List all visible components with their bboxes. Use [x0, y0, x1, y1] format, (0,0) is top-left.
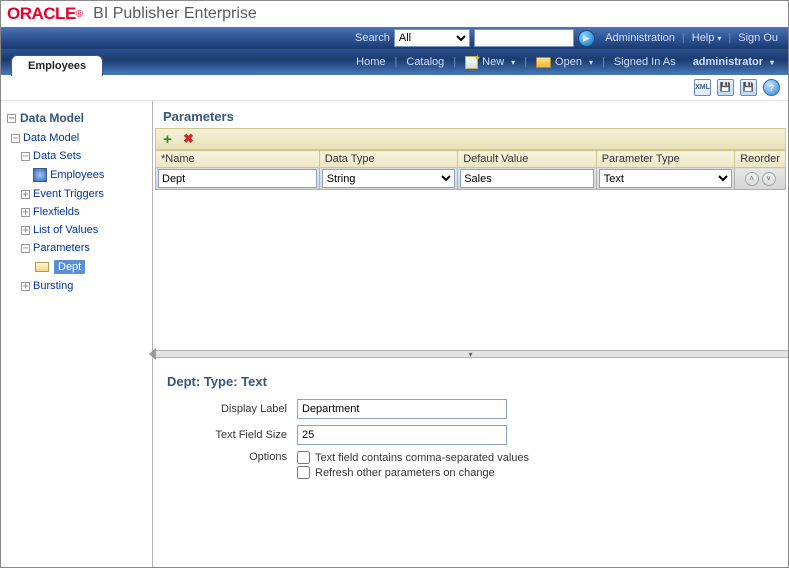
cell-name-input[interactable] [158, 169, 317, 188]
parameters-table: *Name Data Type Default Value Parameter … [155, 150, 786, 190]
grid-toolbar: + ✖ [155, 128, 786, 150]
panel-header-data-model: − Data Model [7, 109, 146, 129]
catalog-link[interactable]: Catalog [402, 56, 448, 68]
help-icon[interactable]: ? [763, 79, 780, 96]
oracle-reg: ® [76, 9, 83, 20]
opt-comma-checkbox[interactable] [297, 451, 310, 464]
splitter-collapse-icon[interactable] [149, 348, 156, 360]
opt-refresh-row[interactable]: Refresh other parameters on change [297, 466, 529, 479]
col-reorder: Reorder [735, 151, 786, 168]
col-default-value[interactable]: Default Value [458, 151, 597, 168]
move-up-icon[interactable]: ˄ [745, 172, 759, 186]
search-input[interactable] [474, 29, 574, 47]
save-as-icon[interactable]: 💾 [740, 79, 757, 96]
cell-ptype-select[interactable]: Text [599, 169, 733, 188]
collapse-icon[interactable]: − [7, 114, 16, 123]
xml-icon[interactable]: XML [694, 79, 711, 96]
editor-toolbar: XML 💾 💾 ? [1, 75, 788, 101]
tree-data-set-employees[interactable]: Employees [29, 165, 146, 185]
search-go-button[interactable]: ▶ [578, 30, 595, 47]
tree-root[interactable]: −Data Model [7, 129, 146, 147]
sidebar: − Data Model −Data Model −Data Sets Empl… [1, 101, 153, 567]
section-title-parameters: Parameters [153, 101, 788, 128]
move-down-icon[interactable]: ˅ [762, 172, 776, 186]
add-icon[interactable]: + [160, 131, 175, 148]
signed-in-label: Signed In As [610, 56, 687, 68]
open-menu[interactable]: Open [532, 56, 597, 68]
folder-icon [536, 57, 551, 68]
display-label-input[interactable] [297, 399, 507, 419]
tab-employees[interactable]: Employees [11, 55, 103, 76]
new-menu[interactable]: New [461, 56, 519, 69]
app-title: BI Publisher Enterprise [93, 5, 257, 23]
new-icon [465, 56, 478, 69]
oracle-logo: ORACLE [7, 4, 76, 24]
detail-pane: Dept: Type: Text Display Label Text Fiel… [153, 358, 788, 503]
tree-param-dept[interactable]: Dept [17, 257, 146, 277]
text-size-label: Text Field Size [167, 429, 297, 441]
tree-flexfields[interactable]: +Flexfields [17, 203, 146, 221]
administration-link[interactable]: Administration [601, 32, 679, 44]
search-scope-select[interactable]: All [394, 29, 470, 47]
opt-refresh-checkbox[interactable] [297, 466, 310, 479]
tree: −Data Model −Data Sets Employees +Event … [7, 129, 146, 295]
content: Parameters + ✖ *Name Data Type Default V… [153, 101, 788, 567]
delete-icon[interactable]: ✖ [181, 131, 196, 147]
col-data-type[interactable]: Data Type [319, 151, 458, 168]
splitter[interactable] [153, 350, 788, 358]
tree-data-sets[interactable]: −Data Sets [17, 147, 146, 165]
table-row[interactable]: String Text ˄ ˅ [156, 168, 786, 190]
tree-lov[interactable]: +List of Values [17, 221, 146, 239]
display-label-label: Display Label [167, 403, 297, 415]
param-icon [35, 262, 49, 272]
detail-title: Dept: Type: Text [167, 374, 774, 389]
help-menu[interactable]: Help [688, 32, 726, 44]
dataset-icon [33, 168, 47, 182]
tree-parameters[interactable]: −Parameters [17, 239, 146, 257]
col-name[interactable]: *Name [156, 151, 320, 168]
col-parameter-type[interactable]: Parameter Type [596, 151, 735, 168]
search-label: Search [355, 32, 390, 44]
text-size-input[interactable] [297, 425, 507, 445]
user-menu[interactable]: administrator [689, 56, 778, 68]
main-area: − Data Model −Data Model −Data Sets Empl… [1, 101, 788, 567]
tree-event-triggers[interactable]: +Event Triggers [17, 185, 146, 203]
cell-default-input[interactable] [460, 169, 594, 188]
tab-strip: Employees Home | Catalog | New | Open | … [1, 49, 788, 75]
cell-dtype-select[interactable]: String [322, 169, 456, 188]
tree-bursting[interactable]: +Bursting [17, 277, 146, 295]
save-icon[interactable]: 💾 [717, 79, 734, 96]
home-link[interactable]: Home [352, 56, 389, 68]
global-header: Search All ▶ Administration | Help | Sig… [1, 27, 788, 49]
opt-comma-row[interactable]: Text field contains comma-separated valu… [297, 451, 529, 464]
sign-out-link[interactable]: Sign Ou [734, 32, 782, 44]
options-label: Options [167, 451, 297, 463]
brand-bar: ORACLE® BI Publisher Enterprise [1, 1, 788, 27]
